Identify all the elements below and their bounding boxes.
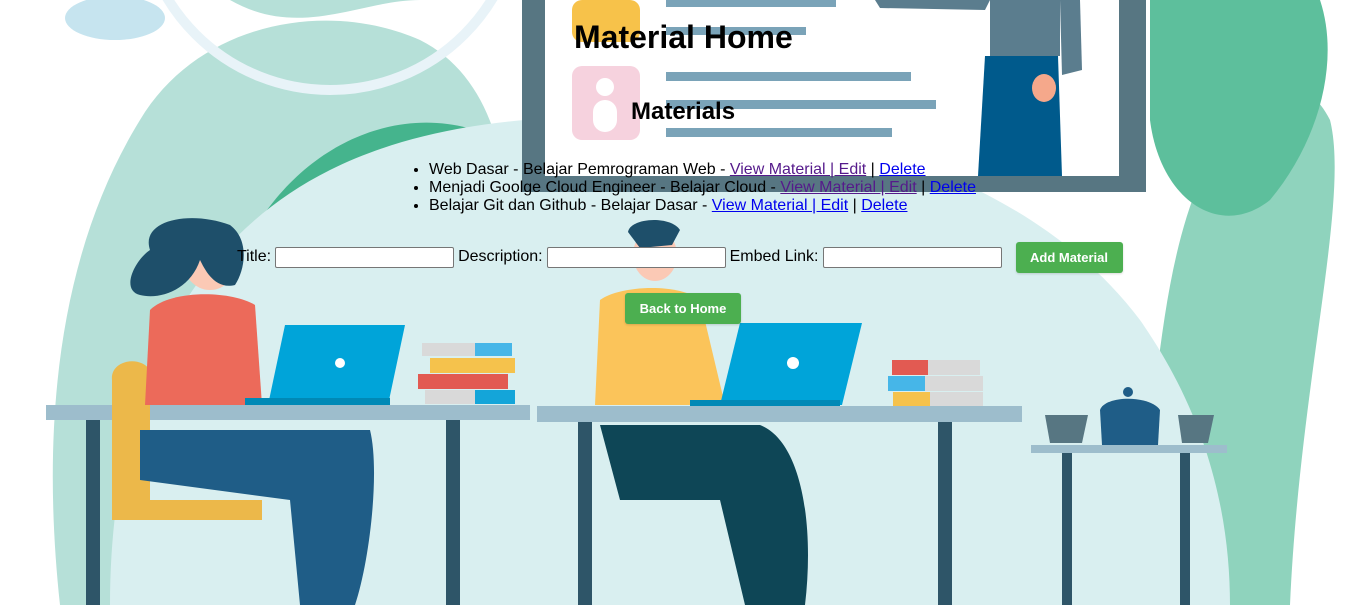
title-input[interactable] [275, 246, 455, 268]
description-label: Description: [458, 248, 543, 265]
material-title: Web Dasar [429, 161, 509, 178]
view-edit-link[interactable]: View Material | Edit [712, 197, 848, 214]
list-item: Belajar Git dan Github - Belajar Dasar -… [429, 197, 976, 215]
page-content: Material Home Materials Web Dasar - Bela… [0, 0, 1366, 605]
delete-link[interactable]: Delete [930, 179, 976, 196]
embed-link-input[interactable] [822, 246, 1002, 268]
title-label: Title: [237, 248, 272, 265]
material-title: Menjadi Goolge Cloud Engineer [429, 179, 656, 196]
material-title: Belajar Git dan Github [429, 197, 587, 214]
materials-heading: Materials [631, 98, 736, 125]
description-input[interactable] [546, 246, 726, 268]
materials-list: Web Dasar - Belajar Pemrograman Web - Vi… [429, 161, 976, 215]
material-description: Belajar Dasar [600, 197, 698, 214]
delete-link[interactable]: Delete [861, 197, 907, 214]
back-to-home-button[interactable]: Back to Home [625, 293, 741, 324]
link-separator: | [921, 179, 926, 196]
list-item: Menjadi Goolge Cloud Engineer - Belajar … [429, 179, 976, 197]
material-description: Belajar Cloud [670, 179, 767, 196]
page-title: Material Home [574, 19, 793, 55]
material-description: Belajar Pemrograman Web [522, 161, 716, 178]
list-item: Web Dasar - Belajar Pemrograman Web - Vi… [429, 161, 976, 179]
link-separator: | [852, 197, 857, 214]
delete-link[interactable]: Delete [879, 161, 925, 178]
link-separator: | [870, 161, 875, 178]
view-edit-link[interactable]: View Material | Edit [780, 179, 916, 196]
add-material-form: Title: Description: Embed Link: Add Mate… [237, 241, 1123, 273]
view-edit-link[interactable]: View Material | Edit [730, 161, 866, 178]
add-material-button[interactable]: Add Material [1015, 241, 1123, 273]
embed-link-label: Embed Link: [729, 248, 819, 265]
